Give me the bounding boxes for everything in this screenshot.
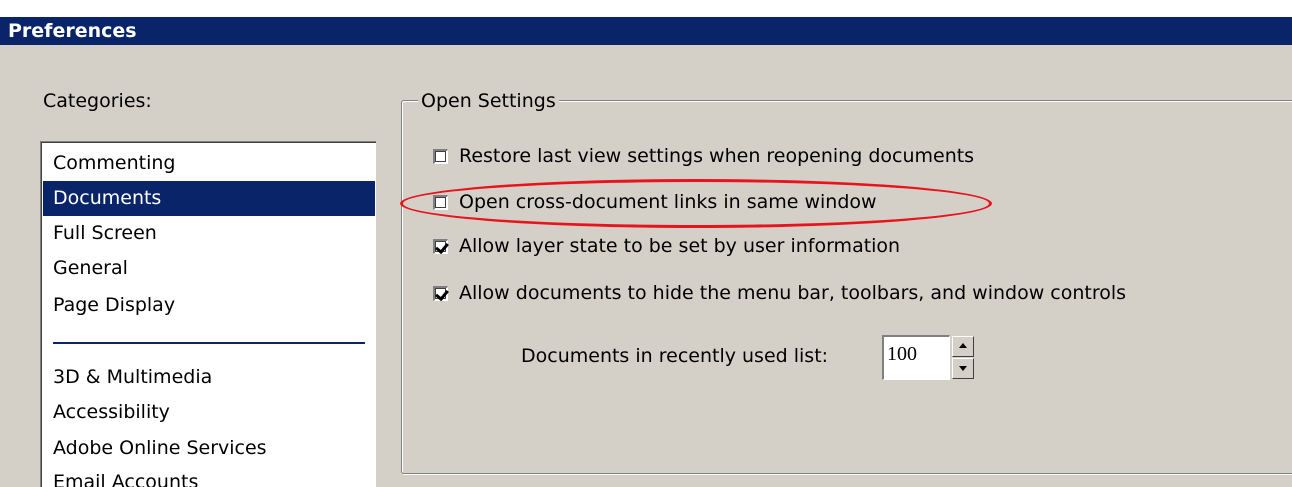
recent-list-label: Documents in recently used list: [521,345,829,367]
restore-view-checkbox[interactable] [433,148,448,164]
option-hide-menu[interactable]: Allow documents to hide the menu bar, to… [433,280,1126,306]
category-separator [53,342,365,344]
category-list[interactable]: Commenting Documents Full Screen General… [40,141,376,487]
hide-menu-checkbox[interactable] [433,285,448,301]
option-layer-state[interactable]: Allow layer state to be set by user info… [433,233,900,259]
category-item-commenting[interactable]: Commenting [43,146,375,181]
cross-doc-links-checkbox[interactable] [433,194,448,210]
category-item-page-display[interactable]: Page Display [43,288,375,323]
category-item-3d-multimedia[interactable]: 3D & Multimedia [43,360,375,395]
category-item-documents[interactable]: Documents [43,181,375,216]
top-strip [0,0,1292,17]
arrow-up-icon [959,343,967,348]
category-item-general[interactable]: General [43,251,375,286]
option-cross-doc-links[interactable]: Open cross-document links in same window [433,189,877,215]
category-item-full-screen[interactable]: Full Screen [43,216,375,251]
spin-down-button[interactable] [952,358,974,379]
arrow-down-icon [959,366,967,371]
recent-list-count-input[interactable]: 100 [882,335,950,380]
open-settings-legend: Open Settings [418,89,559,113]
hide-menu-label: Allow documents to hide the menu bar, to… [459,282,1127,304]
categories-label: Categories: [43,90,152,112]
layer-state-checkbox[interactable] [433,238,448,254]
option-restore-view[interactable]: Restore last view settings when reopenin… [433,143,974,169]
category-item-accessibility[interactable]: Accessibility [43,395,375,430]
layer-state-label: Allow layer state to be set by user info… [459,235,901,257]
category-item-email-accounts[interactable]: Email Accounts [43,465,375,487]
cross-doc-links-label: Open cross-document links in same window [459,191,877,213]
restore-view-label: Restore last view settings when reopenin… [459,145,975,167]
title-bar: Preferences [0,17,1292,45]
category-item-adobe-online-services[interactable]: Adobe Online Services [43,431,375,466]
preferences-dialog: Preferences Categories: Commenting Docum… [0,0,1292,487]
spin-up-button[interactable] [952,336,974,357]
